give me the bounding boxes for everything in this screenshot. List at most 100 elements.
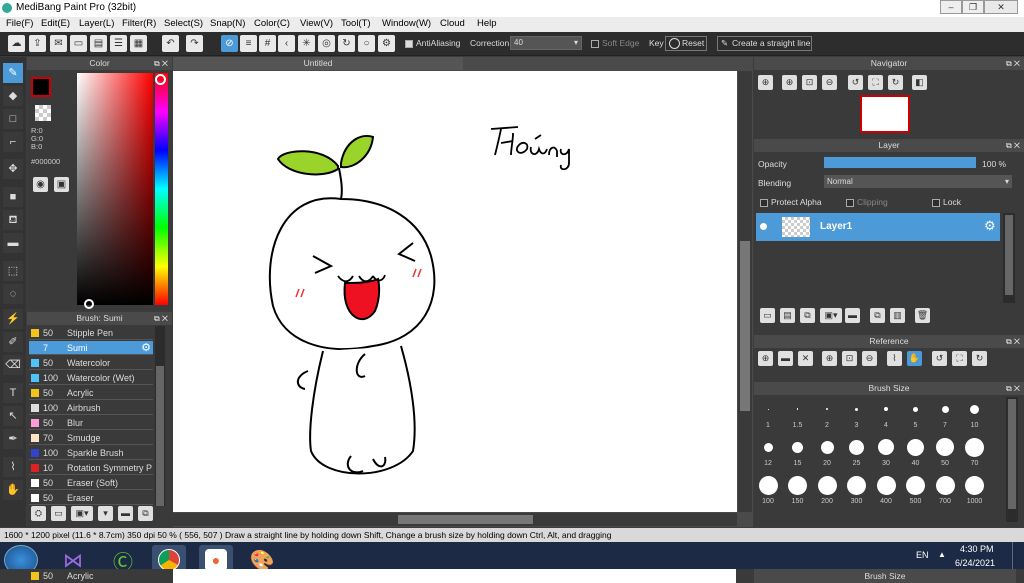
brush-size-option[interactable] <box>767 408 769 410</box>
divide-tool-icon[interactable]: ✒ <box>3 429 23 449</box>
select-rect-icon[interactable]: ⬚ <box>3 261 23 281</box>
brush-size-option[interactable] <box>758 475 778 495</box>
layer-scrollbar[interactable] <box>1003 213 1015 303</box>
hand-tool-icon[interactable]: ✋ <box>3 480 23 500</box>
layer-row[interactable]: Layer1 ⚙ <box>756 213 1000 241</box>
brush-size-option[interactable] <box>907 438 924 456</box>
menu-select[interactable]: Select(S) <box>164 18 203 29</box>
brush-item[interactable]: 100 Sparkle Brush <box>29 446 153 460</box>
brush-size-option[interactable] <box>941 405 949 413</box>
circle-snap-icon[interactable]: ○ <box>358 35 375 52</box>
brush-size-option[interactable] <box>935 475 955 495</box>
panel-popout-icon[interactable]: ⧉ ✕ <box>1006 139 1020 152</box>
snap-off-icon[interactable]: ⊘ <box>221 35 238 52</box>
reference-folder-icon[interactable]: ▬ <box>778 351 793 366</box>
chevron-up-icon[interactable]: ▲ <box>938 550 946 559</box>
correction-select[interactable]: 40 ▾ <box>510 36 582 50</box>
eyedropper-tool-icon[interactable]: ⌇ <box>3 457 23 477</box>
layer-settings-gear-icon[interactable]: ⚙ <box>984 218 996 234</box>
antialiasing-checkbox[interactable]: AntiAliasing <box>405 38 460 48</box>
crosshatch-snap-icon[interactable]: # <box>259 35 276 52</box>
minimize-button[interactable]: – <box>940 0 962 14</box>
brush-item[interactable]: 100 Airbrush <box>29 401 153 415</box>
brush-size-option[interactable] <box>884 407 888 411</box>
brush-item[interactable]: 50 Blur <box>29 416 153 430</box>
menu-window[interactable]: Window(W) <box>382 18 431 29</box>
secondary-color-swatch[interactable] <box>35 105 51 121</box>
vertical-scrollbar[interactable] <box>738 71 752 512</box>
zoom-in-alt-icon[interactable]: ⊕ <box>782 75 797 90</box>
brush-size-option[interactable] <box>970 404 979 414</box>
radial-snap-icon[interactable]: ✳ <box>298 35 315 52</box>
scrollbar-thumb[interactable] <box>1005 215 1013 295</box>
zoom-out-icon[interactable]: ⊖ <box>822 75 837 90</box>
menu-file[interactable]: File(F) <box>6 18 33 29</box>
brush-size-scrollbar[interactable] <box>1006 397 1018 522</box>
protect-alpha-checkbox[interactable]: Protect Alpha <box>760 197 822 207</box>
brush-size-option[interactable] <box>965 475 984 495</box>
merge-layer-icon[interactable]: ⧉ <box>870 308 885 323</box>
drawing-canvas[interactable] <box>173 71 737 512</box>
primary-color-swatch[interactable] <box>31 77 51 97</box>
palette-icon[interactable]: ◉ <box>33 177 48 192</box>
brush-item[interactable]: 50 Stipple Pen <box>29 326 153 340</box>
saturation-value-picker[interactable] <box>77 73 153 309</box>
menu-layer[interactable]: Layer(L) <box>79 18 114 29</box>
brush-tool-icon[interactable]: ✎ <box>3 63 23 83</box>
vanishing-snap-icon[interactable]: ‹ <box>278 35 295 52</box>
undo-icon[interactable]: ↶ <box>162 35 179 52</box>
menu-cloud[interactable]: Cloud <box>440 18 465 29</box>
magic-wand-icon[interactable]: ⚡ <box>3 309 23 329</box>
menu-help[interactable]: Help <box>477 18 497 29</box>
reference-open-icon[interactable]: ⊕ <box>758 351 773 366</box>
navigator-thumbnail[interactable] <box>860 95 910 133</box>
reference-rotate-right-icon[interactable]: ↻ <box>972 351 987 366</box>
select-pen-icon[interactable]: ✐ <box>3 332 23 352</box>
cloud-icon[interactable]: ☁ <box>8 35 25 52</box>
reference-eyedropper-icon[interactable]: ⌇ <box>887 351 902 366</box>
fit-icon[interactable]: ⊡ <box>802 75 817 90</box>
rotate-right-icon[interactable]: ↻ <box>888 75 903 90</box>
brush-item[interactable]: 50 Acrylic <box>29 386 153 400</box>
reference-fit-screen-icon[interactable]: ⛶ <box>952 351 967 366</box>
new-file-icon[interactable]: ▭ <box>70 35 87 52</box>
horizontal-scrollbar[interactable] <box>173 513 737 526</box>
concentric-snap-icon[interactable]: ◎ <box>318 35 335 52</box>
brush-size-option[interactable] <box>796 408 799 410</box>
document-icon[interactable]: ☰ <box>110 35 127 52</box>
zoom-in-icon[interactable]: ⊕ <box>758 75 773 90</box>
brush-item[interactable]: 70 Smudge <box>29 431 153 445</box>
scrollbar-thumb[interactable] <box>1008 399 1016 509</box>
reference-close-icon[interactable]: ✕ <box>798 351 813 366</box>
vertical-scrollbar-thumb[interactable] <box>740 241 750 411</box>
brush-size-option[interactable] <box>913 406 918 412</box>
fill-rect-tool-icon[interactable]: ■ <box>3 187 23 207</box>
operation-tool-icon[interactable]: ↖ <box>3 406 23 426</box>
layer-properties-icon[interactable]: ▥ <box>890 308 905 323</box>
brush-item[interactable]: 10 Rotation Symmetry P <box>29 461 153 475</box>
brush-size-option[interactable] <box>847 475 866 495</box>
bucket-tool-icon[interactable]: ⛾ <box>3 210 23 230</box>
brush-item[interactable]: 50 Eraser <box>29 491 153 505</box>
hue-slider-handle[interactable] <box>155 74 166 85</box>
brush-size-option[interactable] <box>936 438 954 456</box>
dot-pen-tool-icon[interactable]: ⌐ <box>3 132 23 152</box>
brush-size-option[interactable] <box>878 439 894 455</box>
canvas-tab[interactable]: Untitled <box>173 57 463 70</box>
new-layer-icon[interactable]: ▭ <box>760 308 775 323</box>
brush-item[interactable]: 7 Sumi ⚙ <box>29 341 153 355</box>
settings-snap-icon[interactable]: ⚙ <box>378 35 395 52</box>
save-icon[interactable]: ▤ <box>90 35 107 52</box>
create-straight-line-button[interactable]: ✎ Create a straight line <box>717 36 812 51</box>
brush-item[interactable]: 50 Eraser (Soft) <box>29 476 153 490</box>
reference-fit-icon[interactable]: ⊡ <box>842 351 857 366</box>
brush-size-option[interactable] <box>792 441 803 453</box>
brush-size-option[interactable] <box>965 437 984 457</box>
move-tool-icon[interactable]: ✥ <box>3 159 23 179</box>
parallel-snap-icon[interactable]: ≡ <box>240 35 257 52</box>
comment-icon[interactable]: ✉ <box>50 35 67 52</box>
brush-size-option[interactable] <box>855 407 858 411</box>
color-history-icon[interactable]: ▣ <box>54 177 69 192</box>
blending-select[interactable]: Normal ▾ <box>824 175 1012 188</box>
brush-size-option[interactable] <box>763 442 773 452</box>
